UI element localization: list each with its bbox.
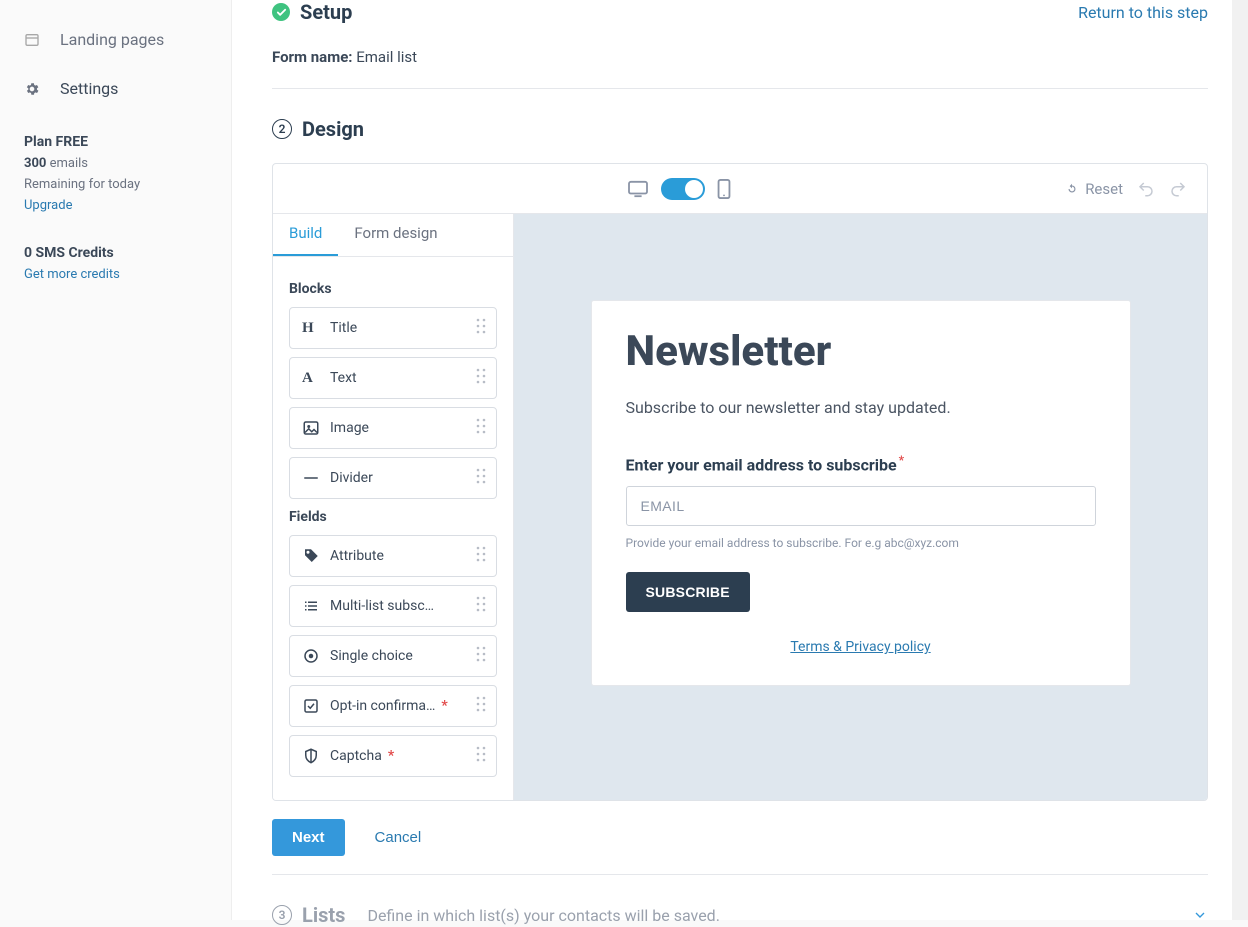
sidebar-item-label: Landing pages <box>60 30 164 49</box>
block-title[interactable]: H Title <box>289 307 497 349</box>
reset-label: Reset <box>1085 180 1123 198</box>
mobile-icon[interactable] <box>717 179 731 199</box>
designer-toolbar: Reset <box>273 164 1207 214</box>
next-button[interactable]: Next <box>272 819 345 856</box>
upgrade-link[interactable]: Upgrade <box>24 198 207 213</box>
drag-handle-icon[interactable] <box>476 318 486 338</box>
step-lists-title: Lists <box>302 903 345 927</box>
step-number-badge: 3 <box>272 905 292 925</box>
field-opt-in[interactable]: Opt-in confirma… * <box>289 685 497 727</box>
blocks-heading: Blocks <box>289 281 497 297</box>
step-setup-header: Setup Return to this step <box>272 0 1208 24</box>
scrollbar-track[interactable] <box>1232 0 1248 920</box>
device-toggle[interactable] <box>661 178 705 200</box>
form-heading: Newsletter <box>626 327 1096 376</box>
heading-icon: H <box>302 319 320 337</box>
cancel-button[interactable]: Cancel <box>375 829 422 846</box>
image-icon <box>302 419 320 437</box>
drag-handle-icon[interactable] <box>476 468 486 488</box>
divider-icon <box>302 469 320 487</box>
font-icon: A <box>302 369 320 387</box>
block-label: Text <box>330 370 357 386</box>
step-design-title: Design <box>302 117 364 141</box>
field-label: Single choice <box>330 648 413 664</box>
tab-form-design[interactable]: Form design <box>338 214 453 256</box>
sidebar-item-settings[interactable]: Settings <box>24 69 207 118</box>
redo-icon[interactable] <box>1169 180 1187 198</box>
radio-icon <box>302 647 320 665</box>
builder-panel: Build Form design Blocks H Title A Text <box>273 214 514 800</box>
designer-frame: Reset Build Form design Blocks <box>272 163 1208 801</box>
step-number-badge: 2 <box>272 119 292 139</box>
step-lists-desc: Define in which list(s) your contacts wi… <box>367 906 719 925</box>
drag-handle-icon[interactable] <box>476 696 486 716</box>
sms-title: 0 SMS Credits <box>24 245 207 261</box>
block-text[interactable]: A Text <box>289 357 497 399</box>
sms-more-link[interactable]: Get more credits <box>24 267 207 282</box>
step-design-header: 2 Design <box>272 117 1208 141</box>
drag-handle-icon[interactable] <box>476 746 486 766</box>
undo-icon[interactable] <box>1137 180 1155 198</box>
form-name-label: Form name: <box>272 48 353 66</box>
email-field-label: Enter your email address to subscribe* <box>626 453 1096 474</box>
sidebar: Landing pages Settings Plan FREE 300 ema… <box>0 0 232 920</box>
plan-emails: 300 emails <box>24 156 207 171</box>
sms-summary: 0 SMS Credits Get more credits <box>0 229 231 298</box>
sidebar-item-landing-pages[interactable]: Landing pages <box>24 20 207 69</box>
block-image[interactable]: Image <box>289 407 497 449</box>
drag-handle-icon[interactable] <box>476 596 486 616</box>
chevron-down-icon <box>1192 907 1208 923</box>
shield-icon <box>302 747 320 765</box>
form-name-row: Form name: Email list <box>272 48 1208 66</box>
main: Setup Return to this step Form name: Ema… <box>232 0 1248 920</box>
block-label: Divider <box>330 470 373 486</box>
field-captcha[interactable]: Captcha * <box>289 735 497 777</box>
form-card: Newsletter Subscribe to our newsletter a… <box>591 300 1131 686</box>
field-label: Captcha <box>330 748 382 764</box>
required-star: * <box>441 698 447 714</box>
sidebar-item-label: Settings <box>60 79 118 98</box>
fields-heading: Fields <box>289 509 497 525</box>
plan-title: Plan FREE <box>24 134 207 150</box>
drag-handle-icon[interactable] <box>476 646 486 666</box>
desktop-icon[interactable] <box>627 180 649 198</box>
email-help-text: Provide your email address to subscribe.… <box>626 536 1096 550</box>
divider <box>272 88 1208 89</box>
list-icon <box>302 597 320 615</box>
field-multi-list[interactable]: Multi-list subsc… <box>289 585 497 627</box>
drag-handle-icon[interactable] <box>476 368 486 388</box>
field-attribute[interactable]: Attribute <box>289 535 497 577</box>
block-label: Title <box>330 320 357 336</box>
return-step-link[interactable]: Return to this step <box>1078 3 1208 22</box>
refresh-icon <box>1065 182 1079 196</box>
plan-remaining: Remaining for today <box>24 177 207 192</box>
tag-icon <box>302 547 320 565</box>
required-star: * <box>388 748 394 764</box>
block-divider[interactable]: Divider <box>289 457 497 499</box>
field-single-choice[interactable]: Single choice <box>289 635 497 677</box>
check-circle-icon <box>272 3 290 21</box>
step-lists-row[interactable]: 3 Lists Define in which list(s) your con… <box>272 874 1208 927</box>
form-name-value: Email list <box>356 48 417 66</box>
email-input[interactable] <box>626 486 1096 526</box>
field-label: Opt-in confirma… <box>330 698 435 714</box>
subscribe-button[interactable]: SUBSCRIBE <box>626 572 750 612</box>
drag-handle-icon[interactable] <box>476 546 486 566</box>
drag-handle-icon[interactable] <box>476 418 486 438</box>
block-label: Image <box>330 420 369 436</box>
field-label: Attribute <box>330 548 384 564</box>
terms-link[interactable]: Terms & Privacy policy <box>790 639 930 655</box>
gear-icon <box>24 81 40 97</box>
plan-summary: Plan FREE 300 emails Remaining for today… <box>0 118 231 229</box>
window-icon <box>24 32 40 48</box>
form-subtext: Subscribe to our newsletter and stay upd… <box>626 398 1096 417</box>
checkbox-icon <box>302 697 320 715</box>
step-setup-title: Setup <box>300 0 352 24</box>
reset-button[interactable]: Reset <box>1065 180 1123 198</box>
form-preview-canvas: Newsletter Subscribe to our newsletter a… <box>514 214 1207 800</box>
field-label: Multi-list subsc… <box>330 598 434 614</box>
builder-tabs: Build Form design <box>273 214 513 257</box>
tab-build[interactable]: Build <box>273 214 338 256</box>
footer-actions: Next Cancel <box>272 819 1208 856</box>
